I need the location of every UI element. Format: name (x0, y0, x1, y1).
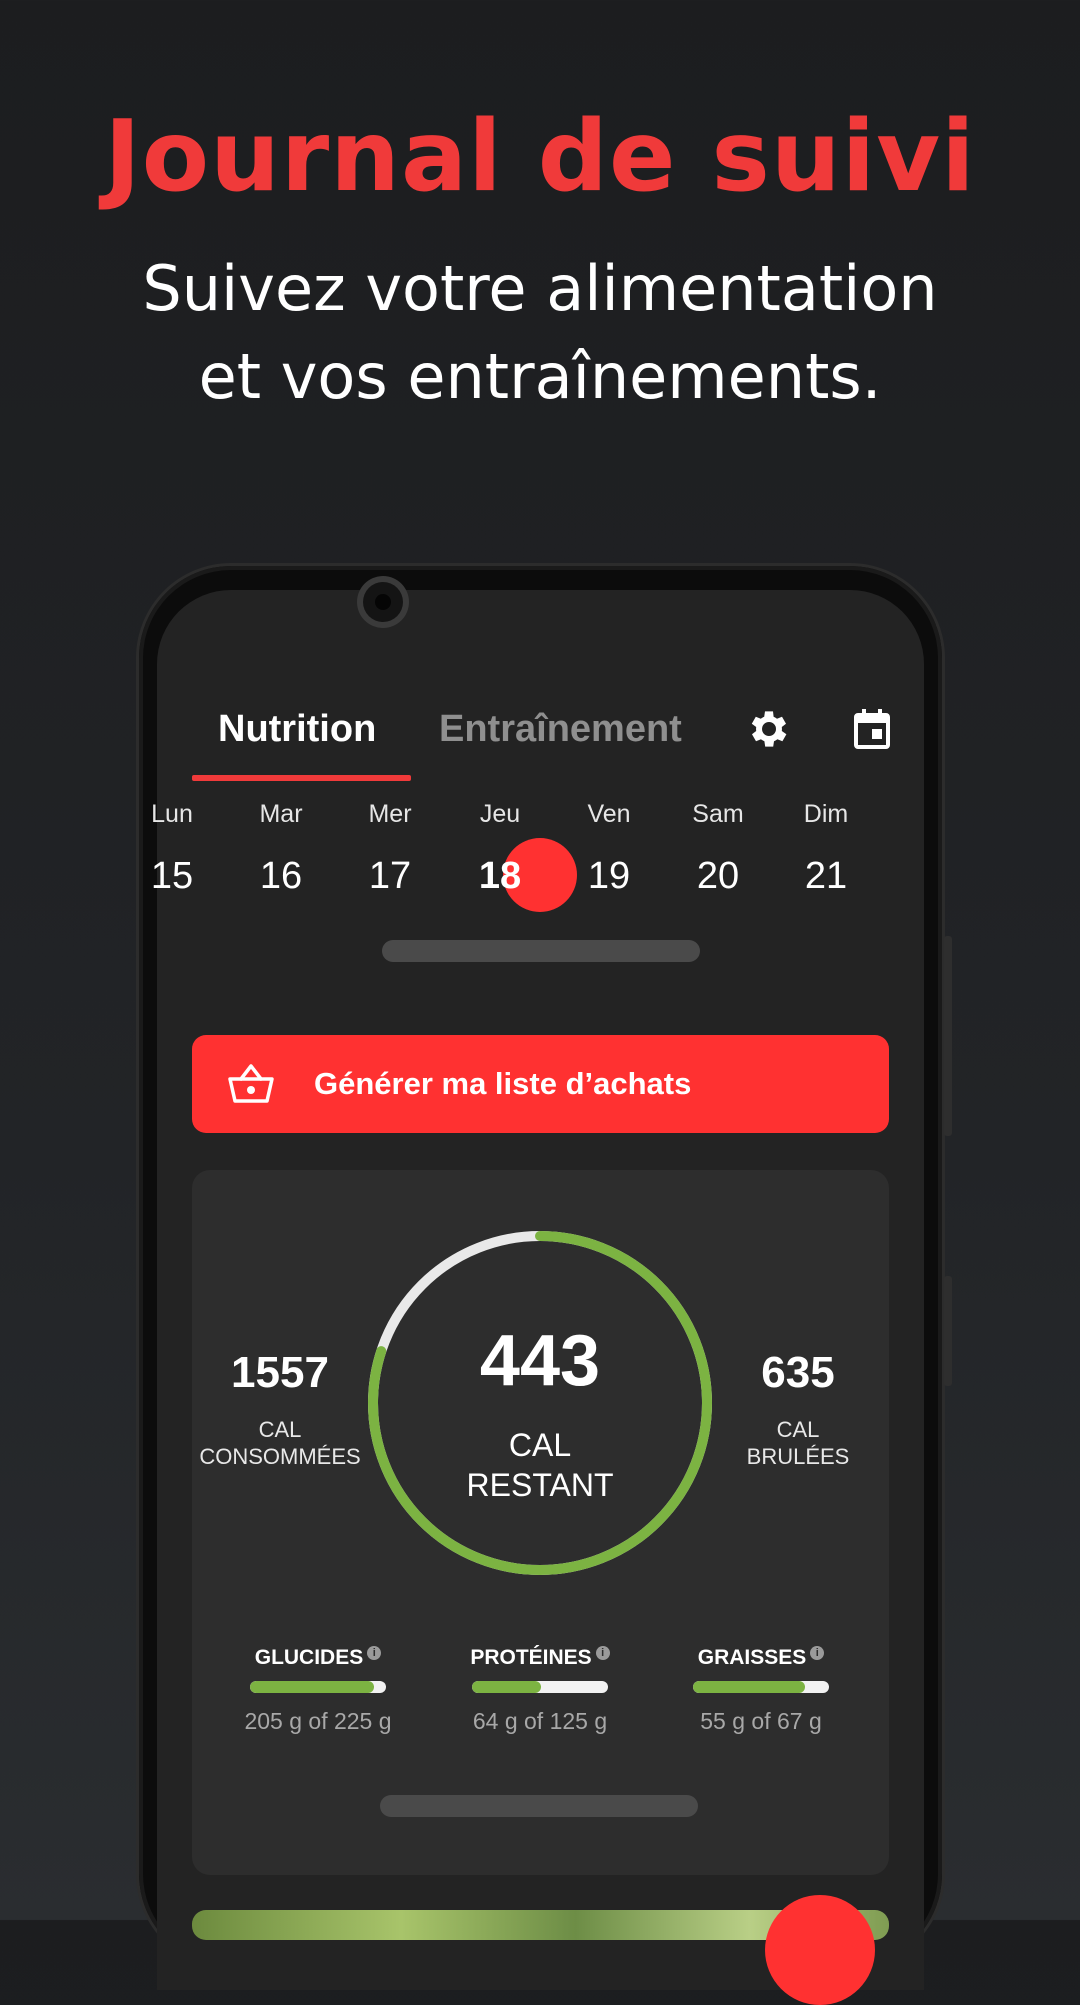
add-button[interactable] (765, 1895, 875, 2005)
calories-remaining-value: 443 (479, 1321, 601, 1401)
macro-progress-bar-graisses (693, 1681, 829, 1693)
macro-progress-fill-graisses (693, 1681, 805, 1693)
day-name-jeu[interactable]: Jeu (460, 800, 540, 829)
remaining-label-line-2: RESTANT (466, 1467, 614, 1503)
consumed-label-line-2: CONSOMMÉES (199, 1444, 361, 1469)
macro-label-proteines: PROTÉINES (470, 1646, 592, 1669)
day-number-20[interactable]: 20 (678, 855, 758, 898)
calorie-progress-ring (368, 1231, 712, 1575)
macro-label-glucides: GLUCIDES (254, 1646, 364, 1669)
tab-nutrition[interactable]: Nutrition (218, 708, 376, 751)
day-name-dim[interactable]: Dim (786, 800, 866, 829)
macro-name-proteines: PROTÉINES i (460, 1646, 620, 1670)
macro-name-graisses: GRAISSES i (681, 1646, 841, 1670)
macro-progress-bar-proteines (472, 1681, 608, 1693)
day-name-mer[interactable]: Mer (350, 800, 430, 829)
day-number-19[interactable]: 19 (569, 855, 649, 898)
active-tab-indicator (192, 775, 411, 781)
macro-progress-fill-glucides (250, 1681, 374, 1693)
power-button (944, 1276, 952, 1386)
info-icon[interactable]: i (595, 1646, 610, 1660)
burned-label-line-2: BRULÉES (746, 1444, 850, 1469)
headline: Journal de suivi (104, 100, 976, 214)
calories-burned-value: 635 (761, 1348, 835, 1397)
info-icon[interactable]: i (810, 1646, 825, 1660)
day-number-15[interactable]: 15 (132, 855, 212, 898)
remaining-label-line-1: CAL (508, 1427, 572, 1463)
macro-value-graisses: 55 g of 67 g (700, 1708, 822, 1734)
basket-icon (228, 1064, 274, 1103)
volume-button (944, 936, 952, 1136)
macro-progress-bar-glucides (250, 1681, 386, 1693)
subline-line-2: et vos entraînements. (198, 340, 882, 413)
tab-entrainement[interactable]: Entraînement (439, 708, 682, 751)
calories-consumed-value: 1557 (231, 1348, 329, 1397)
macro-value-proteines: 64 g of 125 g (472, 1708, 608, 1734)
day-number-21[interactable]: 21 (786, 855, 866, 898)
day-number-16[interactable]: 16 (241, 855, 321, 898)
day-number-18[interactable]: 18 (460, 855, 540, 898)
day-name-lun[interactable]: Lun (132, 800, 212, 829)
burned-label-line-1: CAL (776, 1417, 820, 1442)
calories-remaining-label: CAL RESTANT (420, 1425, 660, 1505)
gear-icon[interactable] (745, 705, 793, 753)
macro-label-graisses: GRAISSES (697, 1646, 807, 1669)
day-name-ven[interactable]: Ven (569, 800, 649, 829)
shopping-list-label: Générer ma liste d’achats (314, 1066, 692, 1101)
card-drag-handle[interactable] (380, 1795, 698, 1817)
subline-line-1: Suivez votre alimentation (142, 252, 938, 325)
subline: Suivez votre alimentation et vos entraîn… (90, 245, 990, 421)
consumed-label-line-1: CAL (258, 1417, 302, 1442)
calories-burned-label: CAL BRULÉES (708, 1416, 888, 1470)
calories-consumed-label: CAL CONSOMMÉES (190, 1416, 370, 1470)
info-icon[interactable]: i (367, 1646, 382, 1660)
calendar-icon[interactable] (848, 705, 896, 753)
macro-name-glucides: GLUCIDES i (238, 1646, 398, 1670)
day-name-mar[interactable]: Mar (241, 800, 321, 829)
week-drag-handle[interactable] (382, 940, 700, 962)
macro-progress-fill-proteines (472, 1681, 542, 1693)
day-name-sam[interactable]: Sam (678, 800, 758, 829)
day-number-17[interactable]: 17 (350, 855, 430, 898)
front-camera (363, 582, 403, 622)
macro-value-glucides: 205 g of 225 g (244, 1708, 392, 1734)
generate-shopping-list-button[interactable]: Générer ma liste d’achats (192, 1035, 889, 1133)
